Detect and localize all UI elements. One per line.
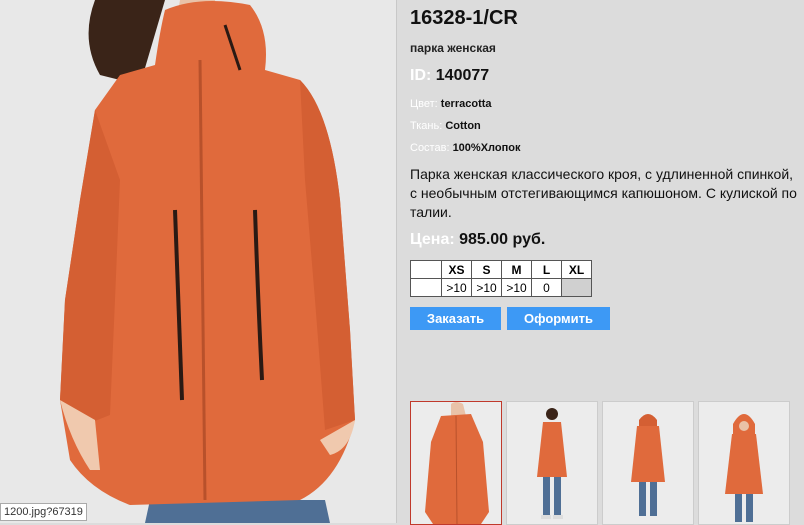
size-header-cell: S: [471, 260, 502, 279]
thumbnail-3[interactable]: [602, 401, 694, 525]
size-header-cell: XL: [561, 260, 592, 279]
thumbnail-1[interactable]: [410, 401, 502, 525]
panel-divider: [396, 0, 397, 523]
product-description: Парка женская классического кроя, с удли…: [410, 166, 797, 220]
thumbnail-full-front-image: [507, 402, 597, 524]
product-price: Цена: 985.00 руб.: [410, 231, 545, 249]
thumbnail-hood-up-image: [699, 402, 789, 524]
thumbnail-back-view-image: [603, 402, 693, 524]
stock-cell[interactable]: >10: [471, 278, 502, 297]
id-label: ID:: [410, 67, 432, 84]
product-id: ID: 140077: [410, 67, 489, 85]
size-stock-table: XS S M L XL >10 >10 >10 0: [410, 260, 592, 297]
thumbnail-front-closeup-image: [411, 402, 501, 524]
size-header-cell: L: [531, 260, 562, 279]
color-value: terracotta: [440, 98, 492, 110]
status-url-tooltip: 1200.jpg?67319: [0, 503, 87, 521]
price-value: 985.00 руб.: [459, 231, 546, 248]
size-header-cell: M: [501, 260, 532, 279]
id-value: 140077: [435, 67, 490, 84]
fabric-value: Cotton: [445, 120, 481, 132]
product-sku: 16328-1/CR: [410, 7, 518, 29]
stock-cell[interactable]: 0: [531, 278, 562, 297]
order-button[interactable]: Заказать: [410, 307, 501, 330]
size-header-cell: XS: [441, 260, 472, 279]
main-product-photo[interactable]: [0, 0, 396, 523]
size-header-cell: [410, 260, 442, 279]
price-label: Цена:: [410, 231, 455, 248]
product-type: парка женская: [410, 41, 496, 55]
composition-label: Состав:: [410, 142, 450, 154]
thumbnail-2[interactable]: [506, 401, 598, 525]
color-attribute: Цвет: terracotta: [410, 98, 492, 110]
composition-value: 100%Хлопок: [452, 142, 521, 154]
stock-cell: [561, 278, 592, 297]
stock-cell[interactable]: >10: [501, 278, 532, 297]
color-label: Цвет:: [410, 98, 438, 110]
stock-cell[interactable]: >10: [441, 278, 472, 297]
thumbnail-4[interactable]: [698, 401, 790, 525]
stock-cell: [410, 278, 442, 297]
coat-model-image: [0, 0, 396, 523]
fabric-attribute: Ткань: Cotton: [410, 120, 481, 132]
checkout-button[interactable]: Оформить: [507, 307, 610, 330]
fabric-label: Ткань:: [410, 120, 443, 132]
size-header-row: XS S M L XL: [410, 260, 592, 279]
composition-attribute: Состав: 100%Хлопок: [410, 142, 520, 154]
size-stock-row: >10 >10 >10 0: [410, 278, 592, 297]
